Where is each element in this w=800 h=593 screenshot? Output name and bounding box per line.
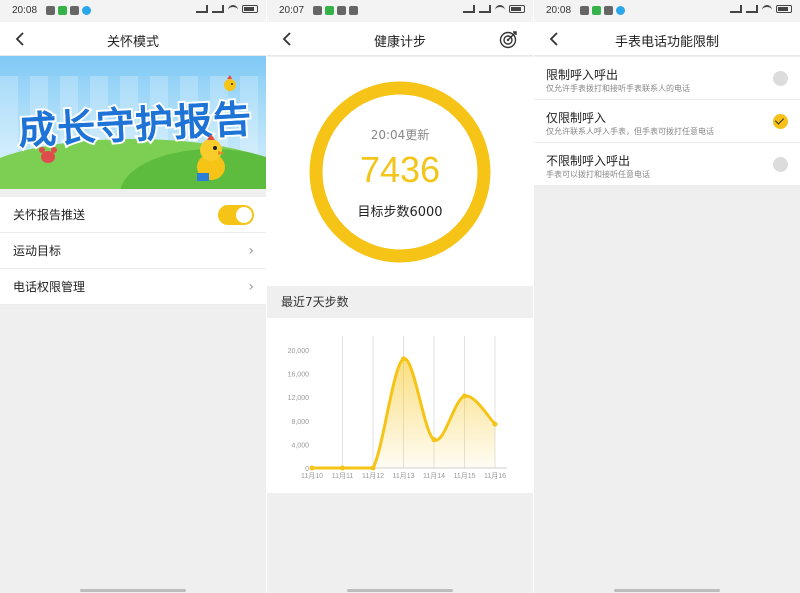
data-point [340,465,345,471]
option-title: 不限制呼入呼出 [546,154,631,168]
page-title: 手表电话功能限制 [614,35,719,50]
step-count: 7436 [359,149,441,190]
chevron-right-icon: › [248,243,254,259]
watch-call-limit-screen: 20:08 手表电话功能限制 限制呼入呼出 仅允许手表拨打和接听手表联系人的电话… [534,0,800,593]
system-icons [730,5,792,13]
x-tick-label: 11月14 [423,472,445,480]
data-point [462,393,467,399]
settings-list: 关怀报告推送 运动目标 › 电话权限管理 › [0,197,266,305]
notification-icons [313,6,358,15]
radio-checked[interactable] [773,114,788,129]
data-point [492,421,498,427]
status-time: 20:08 [546,5,572,16]
option-description: 仅允许联系人呼入手表，但手表可拨打任意电话 [546,127,714,136]
status-bar: 20:07 [267,0,533,22]
radio-unchecked[interactable] [773,157,788,172]
y-tick-label: 8,000 [291,419,309,426]
data-point [309,465,315,471]
nav-bar: 手表电话功能限制 [534,22,800,56]
status-time: 20:08 [12,5,38,16]
page-title: 健康计步 [373,35,426,50]
home-indicator[interactable] [80,589,186,592]
x-tick-label: 11月15 [453,472,475,480]
update-time: 20:04更新 [370,128,430,142]
chevron-right-icon: › [248,279,254,295]
phone-permission-row[interactable]: 电话权限管理 › [0,269,266,305]
status-bar: 20:08 [534,0,800,22]
care-report-push-toggle[interactable] [218,205,254,225]
system-icons [196,5,258,13]
status-bar: 20:08 [0,0,266,22]
option-no-limit[interactable]: 不限制呼入呼出 手表可以拨打和接听任意电话 [534,143,800,186]
y-tick-label: 12,000 [288,395,310,402]
home-indicator[interactable] [614,589,720,592]
call-limit-options: 限制呼入呼出 仅允许手表拨打和接听手表联系人的电话 仅限制呼入 仅允许联系人呼入… [534,57,800,186]
x-tick-label: 11月12 [362,472,384,480]
data-point [431,437,437,443]
row-label: 运动目标 [13,244,62,258]
option-limit-incoming[interactable]: 仅限制呼入 仅允许联系人呼入手表，但手表可拨打任意电话 [534,100,800,143]
care-mode-screen: 20:08 关怀模式 成长守护报告 成长守护报告 关怀报告推送 运动目标 › 电… [0,0,266,593]
option-limit-in-out[interactable]: 限制呼入呼出 仅允许手表拨打和接听手表联系人的电话 [534,57,800,100]
section-title: 最近7天步数 [281,295,349,309]
toggle-knob [236,207,252,223]
exercise-goal-row[interactable]: 运动目标 › [0,233,266,269]
option-description: 手表可以拨打和接听任意电话 [546,170,650,179]
status-time: 20:07 [279,5,305,16]
steps-area [312,358,495,468]
radio-unchecked[interactable] [773,71,788,86]
step-counter-screen: 20:07 健康计步 20:04更新 7436 目标步数6000 最近7天步数 [267,0,533,593]
target-icon[interactable] [499,29,519,49]
y-tick-label: 20,000 [288,348,310,355]
x-tick-label: 11月11 [332,472,354,480]
y-tick-label: 4,000 [291,442,309,449]
row-label: 关怀报告推送 [13,208,86,222]
option-title: 仅限制呼入 [546,111,607,125]
notification-icons [580,6,625,15]
step-summary-card: 20:04更新 7436 目标步数6000 [267,57,533,286]
nav-bar: 关怀模式 [0,22,266,56]
x-tick-label: 11月16 [484,472,506,480]
y-tick-label: 0 [305,466,309,473]
home-indicator[interactable] [347,589,453,592]
nav-bar: 健康计步 [267,22,533,56]
page-title: 关怀模式 [106,35,159,50]
option-description: 仅允许手表拨打和接听手表联系人的电话 [546,84,690,93]
crab-mascot-icon [39,147,57,163]
notification-icons [46,6,91,15]
system-icons [463,5,525,13]
data-point [401,356,406,362]
weekly-steps-chart: 0 4,000 8,000 12,000 16,000 20,000 11月10 11月11… [267,318,533,493]
data-point [370,465,376,471]
small-chick-icon [224,75,236,91]
chick-mascot-icon [197,135,225,181]
care-report-push-row: 关怀报告推送 [0,197,266,233]
row-label: 电话权限管理 [13,280,86,294]
x-tick-label: 11月10 [301,472,323,480]
step-goal: 目标步数6000 [357,205,443,220]
weekly-steps-chart-svg: 0 4,000 8,000 12,000 16,000 20,000 11月10 11月11… [288,336,507,480]
option-title: 限制呼入呼出 [546,68,619,82]
x-tick-label: 11月13 [392,472,414,480]
y-tick-label: 16,000 [288,372,310,379]
